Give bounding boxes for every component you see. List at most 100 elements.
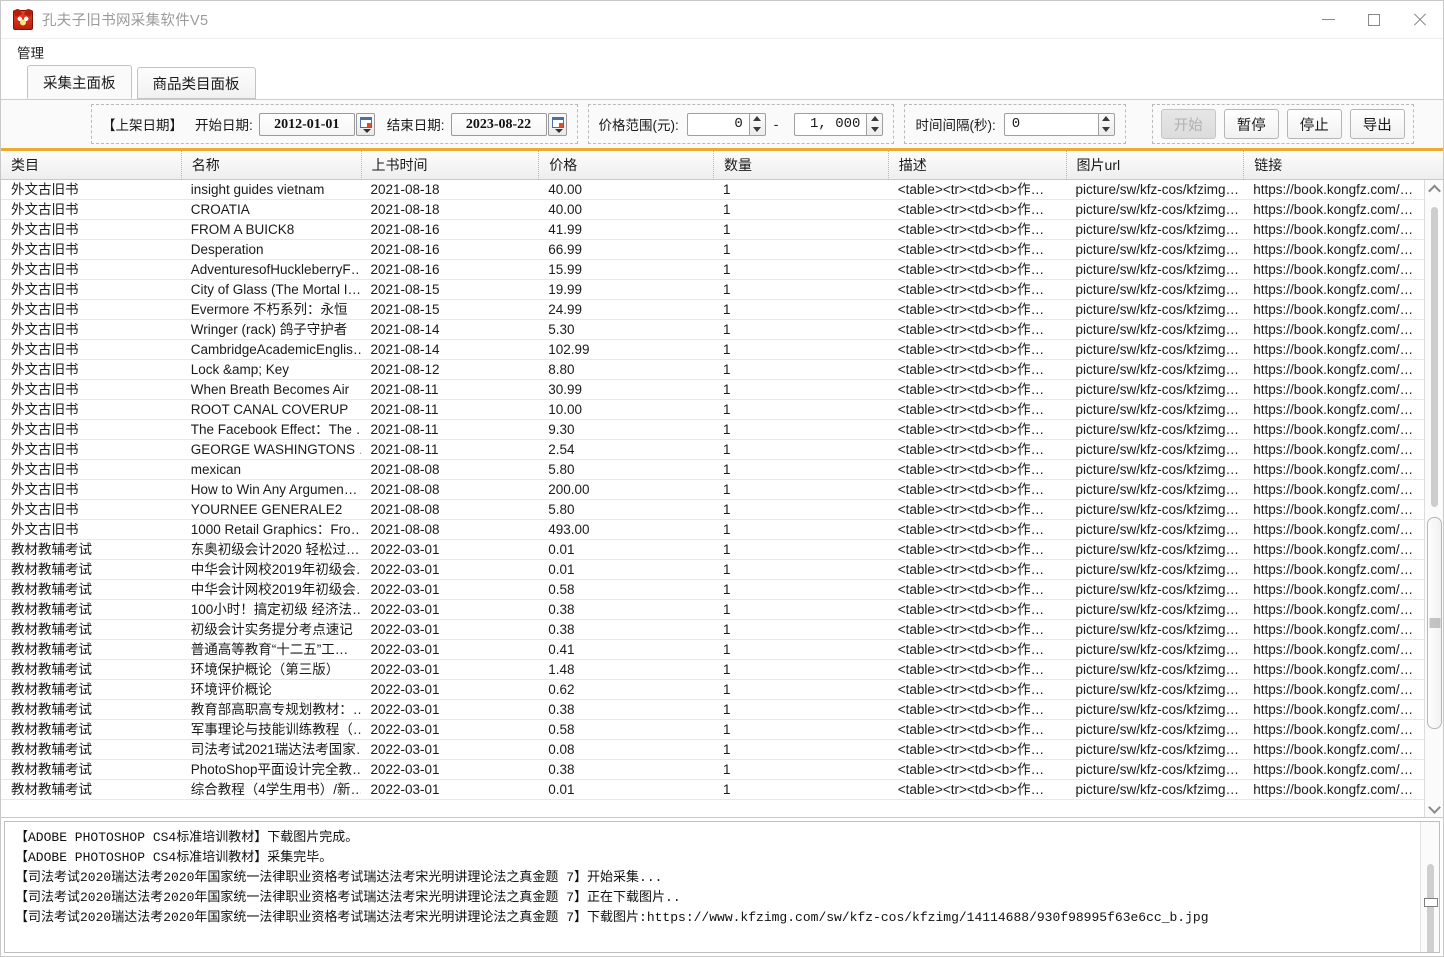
end-date-input[interactable]: 2023-08-22 — [450, 112, 547, 136]
table-cell: <table><tr><td><b>作… — [897, 481, 1045, 497]
table-row[interactable]: 教材教辅考试 司法考试2021瑞达法考国家… 2022-03-01 0.08 1 <tab… — [1, 740, 1443, 760]
table-row[interactable]: 外文古旧书 City of Glass (The Mortal I… 2021-08… — [1, 280, 1443, 300]
price-min-stepper[interactable]: 0 — [686, 112, 766, 136]
price-max-input[interactable]: 1, 000 — [794, 112, 867, 136]
tab-main-panel[interactable]: 采集主面板 — [27, 65, 132, 99]
table-column-header[interactable]: 数量 — [713, 150, 888, 180]
table-vertical-scrollbar[interactable] — [1424, 180, 1443, 817]
start-button[interactable]: 开始 — [1160, 109, 1216, 139]
table-cell: 教材教辅考试 — [11, 781, 92, 797]
table-cell: 外文古旧书 — [11, 221, 79, 237]
table-row[interactable]: 外文古旧书 ROOT CANAL COVERUP 2021-08-11 10.00 1 <… — [1, 400, 1443, 420]
table-column-header[interactable]: 类目 — [1, 151, 181, 180]
table-row[interactable]: 外文古旧书 CROATIA 2021-08-18 40.00 1 <table><tr><… — [1, 200, 1443, 220]
scroll-up-button[interactable] — [1425, 180, 1444, 199]
table-cell: <table><tr><td><b>作… — [897, 521, 1045, 537]
table-row[interactable]: 教材教辅考试 综合教程（4学生用书）/新… 2022-03-01 0.01 1 <tabl… — [1, 780, 1443, 800]
arrow-down-icon[interactable] — [1102, 126, 1111, 132]
table-row[interactable]: 教材教辅考试 100小时！搞定初级 经济法… 2022-03-01 0.38 1 <tab… — [1, 600, 1443, 620]
table-cell: 东奥初级会计2020 轻松过… — [190, 541, 360, 557]
arrow-up-icon[interactable] — [1102, 116, 1111, 122]
table-row[interactable]: 外文古旧书 How to Win Any Argumen… 2021-08-08 20… — [1, 480, 1443, 500]
table-row[interactable]: 外文古旧书 YOURNEE GENERALE2 2021-08-08 5.80 1 <ta… — [1, 500, 1443, 520]
scrollbar-track[interactable] — [1425, 199, 1444, 798]
table-row[interactable]: 教材教辅考试 PhotoShop平面设计完全教… 2022-03-01 0.38 1 <t… — [1, 760, 1443, 780]
end-date-dropdown-button[interactable] — [547, 112, 567, 136]
table-cell: 1 — [723, 341, 731, 357]
minimize-button[interactable] — [1305, 1, 1351, 39]
table-row[interactable]: 外文古旧书 The Facebook Effect：The … 2021-08-11… — [1, 420, 1443, 440]
table-cell: 19.99 — [548, 281, 583, 297]
table-cell: 教材教辅考试 — [11, 581, 92, 597]
table-row[interactable]: 教材教辅考试 中华会计网校2019年初级会… 2022-03-01 0.58 1 <tab… — [1, 580, 1443, 600]
arrow-up-icon[interactable] — [753, 116, 762, 122]
end-date-picker[interactable]: 2023-08-22 — [450, 112, 567, 136]
table-cell: picture/sw/kfz-cos/kfzimg… — [1075, 341, 1240, 357]
table-cell: 493.00 — [548, 521, 590, 537]
table-row[interactable]: 外文古旧书 GEORGE WASHINGTONS … 2021-08-11 2.54 1… — [1, 440, 1443, 460]
table-row[interactable]: 外文古旧书 FROM A BUICK8 2021-08-16 41.99 1 <table… — [1, 220, 1443, 240]
table-row[interactable]: 教材教辅考试 教育部高职高专规划教材：… 2022-03-01 0.38 1 <table… — [1, 700, 1443, 720]
arrow-down-icon[interactable] — [753, 126, 762, 132]
menu-item-manage[interactable]: 管理 — [11, 40, 50, 64]
close-button[interactable] — [1397, 1, 1443, 39]
table-row[interactable]: 教材教辅考试 普通高等教育“十二五”工… 2022-03-01 0.41 1 <table… — [1, 640, 1443, 660]
scroll-down-button[interactable] — [1425, 798, 1444, 817]
tab-category-panel[interactable]: 商品类目面板 — [136, 67, 256, 99]
time-interval-input[interactable]: 0 — [1003, 112, 1098, 136]
table-cell: 外文古旧书 — [11, 201, 79, 217]
table-row[interactable]: 外文古旧书 Desperation 2021-08-16 66.99 1 <table><… — [1, 240, 1443, 260]
table-cell: https://book.kongfz.com/… — [1253, 261, 1414, 277]
table-cell: 教材教辅考试 — [11, 601, 92, 617]
table-column-header[interactable]: 上书时间 — [360, 150, 539, 180]
log-vertical-scrollbar[interactable] — [1420, 822, 1439, 952]
table-row[interactable]: 外文古旧书 insight guides vietnam 2021-08-18 40.… — [1, 180, 1443, 200]
arrow-up-icon[interactable] — [870, 116, 879, 122]
table-cell: AdventuresofHuckleberryF… — [190, 261, 361, 277]
scrollbar-upper-fill — [1431, 207, 1438, 507]
table-row[interactable]: 外文古旧书 Evermore 不朽系列：永恒 2021-08-15 24.99 1 <ta… — [1, 300, 1443, 320]
maximize-button[interactable] — [1351, 1, 1397, 39]
table-cell: picture/sw/kfz-cos/kfzimg… — [1075, 621, 1240, 637]
table-cell: https://book.kongfz.com/… — [1253, 241, 1414, 257]
table-row[interactable]: 外文古旧书 When Breath Becomes Air 2021-08-11 30… — [1, 380, 1443, 400]
table-column-header[interactable]: 价格 — [538, 150, 713, 180]
scrollbar-thumb[interactable] — [1427, 517, 1442, 729]
start-date-picker[interactable]: 2012-01-01 — [258, 112, 375, 136]
start-date-input[interactable]: 2012-01-01 — [258, 112, 355, 136]
log-scrollbar-thumb[interactable] — [1424, 898, 1438, 907]
table-row[interactable]: 教材教辅考试 军事理论与技能训练教程（… 2022-03-01 0.58 1 <table… — [1, 720, 1443, 740]
stop-button[interactable]: 停止 — [1286, 109, 1342, 139]
time-interval-spin-buttons[interactable] — [1097, 112, 1115, 136]
export-button[interactable]: 导出 — [1349, 109, 1405, 139]
table-cell: 2021-08-18 — [370, 181, 440, 197]
table-row[interactable]: 教材教辅考试 环境评价概论 2022-03-01 0.62 1 <table><tr><t… — [1, 680, 1443, 700]
table-row[interactable]: 外文古旧书 CambridgeAcademicEnglis… 2021-08-14 1… — [1, 340, 1443, 360]
pause-button[interactable]: 暂停 — [1223, 109, 1279, 139]
table-column-header[interactable]: 名称 — [180, 150, 361, 180]
table-row[interactable]: 外文古旧书 1000 Retail Graphics：Fro… 2021-08-08… — [1, 520, 1443, 540]
table-cell: 0.58 — [548, 721, 575, 737]
price-min-spin-buttons[interactable] — [748, 112, 766, 136]
table-row[interactable]: 教材教辅考试 环境保护概论（第三版） 2022-03-01 1.48 1 <table><… — [1, 660, 1443, 680]
price-min-input[interactable]: 0 — [686, 112, 749, 136]
arrow-down-icon[interactable] — [870, 126, 879, 132]
table-cell: 司法考试2021瑞达法考国家… — [190, 741, 361, 757]
table-column-header[interactable]: 图片url — [1065, 150, 1244, 180]
table-cell: picture/sw/kfz-cos/kfzimg… — [1075, 641, 1240, 657]
table-row[interactable]: 外文古旧书 AdventuresofHuckleberryF… 2021-08-16… — [1, 260, 1443, 280]
price-max-spin-buttons[interactable] — [866, 112, 884, 136]
table-row[interactable]: 外文古旧书 Lock &amp; Key 2021-08-12 8.80 1 <table… — [1, 360, 1443, 380]
time-interval-stepper[interactable]: 0 — [1003, 112, 1115, 136]
table-row[interactable]: 教材教辅考试 中华会计网校2019年初级会… 2022-03-01 0.01 1 <tab… — [1, 560, 1443, 580]
start-date-dropdown-button[interactable] — [355, 112, 375, 136]
price-max-stepper[interactable]: 1, 000 — [794, 112, 884, 136]
table-row[interactable]: 教材教辅考试 东奥初级会计2020 轻松过… 2022-03-01 0.01 1 <tab… — [1, 540, 1443, 560]
table-cell: picture/sw/kfz-cos/kfzimg… — [1075, 781, 1240, 797]
table-column-header[interactable]: 描述 — [887, 150, 1066, 180]
table-row[interactable]: 外文古旧书 mexican 2021-08-08 5.80 1 <table><tr><t… — [1, 460, 1443, 480]
table-row[interactable]: 外文古旧书 Wringer (rack) 鸽子守护者 2021-08-14 5.30 1… — [1, 320, 1443, 340]
table-cell: 2021-08-18 — [370, 201, 440, 217]
table-row[interactable]: 教材教辅考试 初级会计实务提分考点速记 2022-03-01 0.38 1 <table>… — [1, 620, 1443, 640]
table-column-header[interactable]: 链接 — [1243, 150, 1443, 180]
